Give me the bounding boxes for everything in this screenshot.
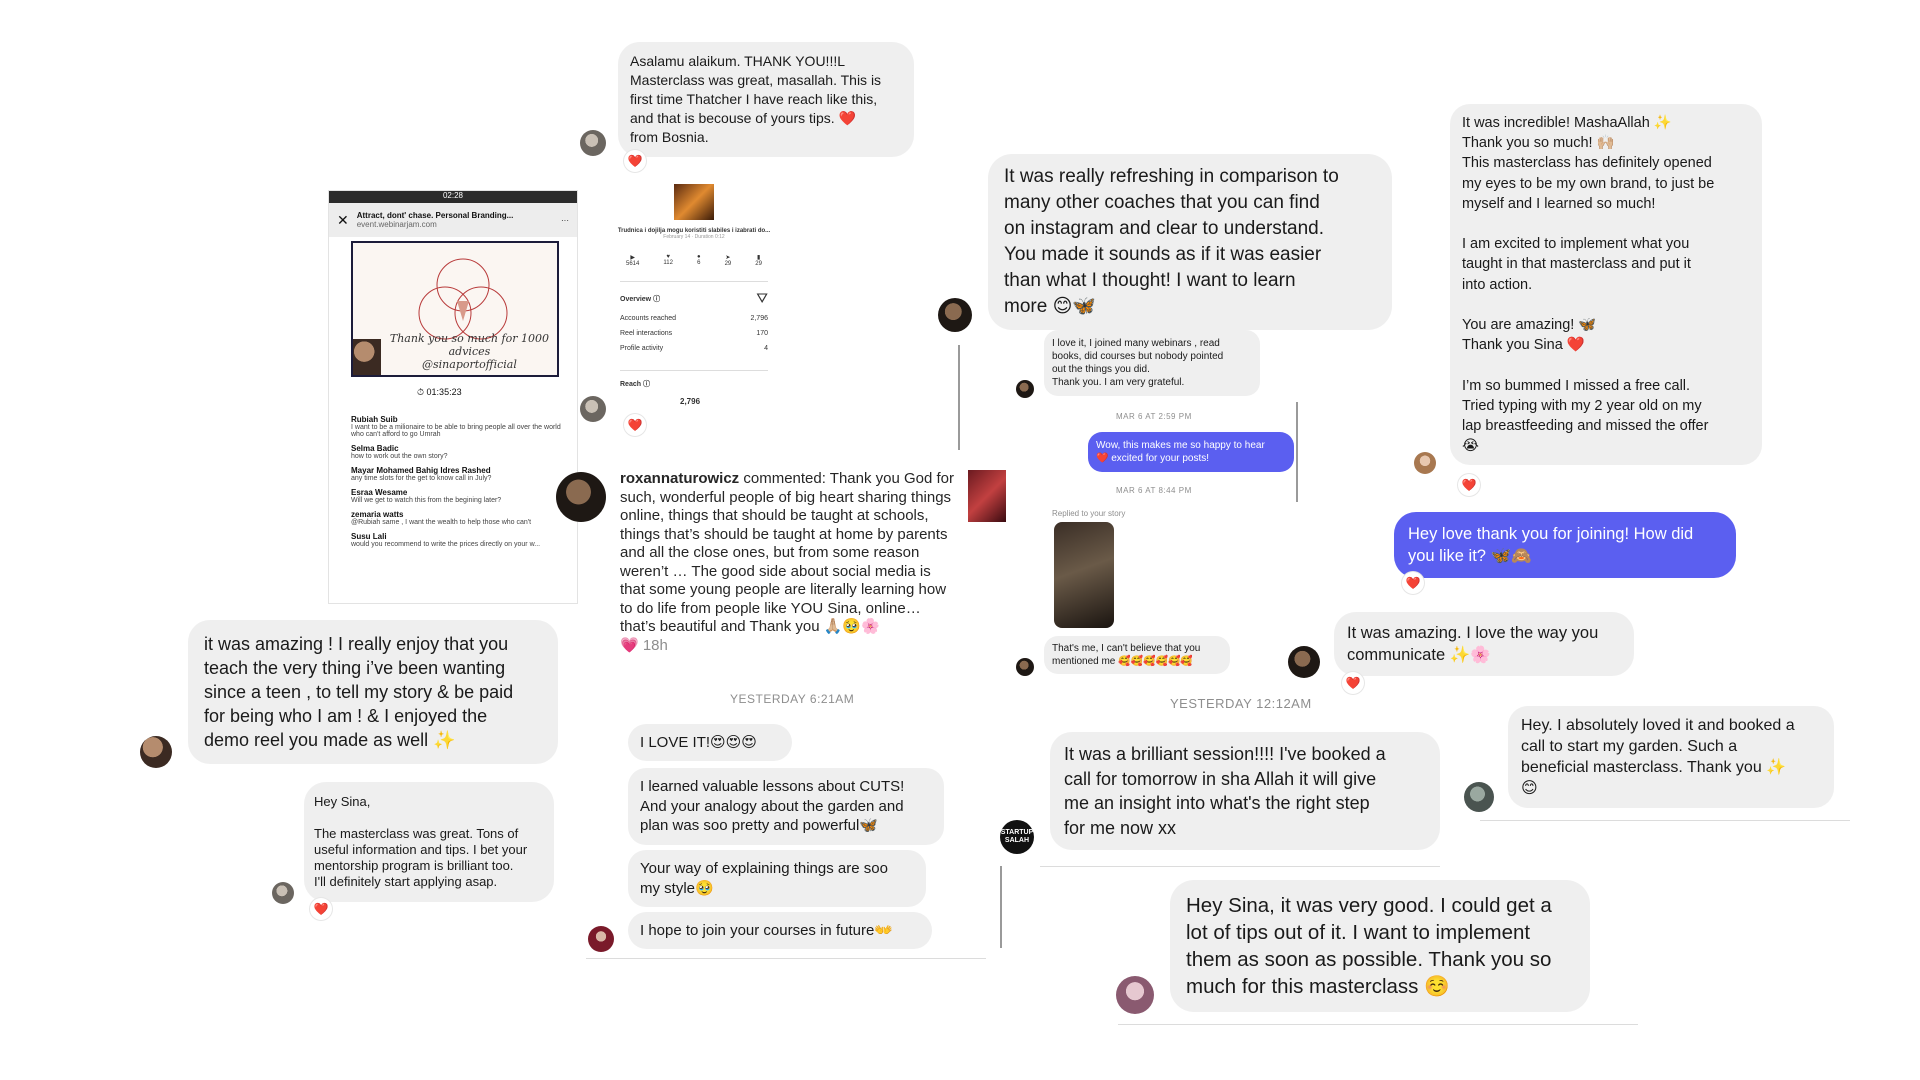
heart-reaction-icon: ❤️ bbox=[1342, 672, 1364, 694]
avatar bbox=[588, 926, 614, 952]
message-garden: Hey. I absolutely loved it and booked a … bbox=[1508, 706, 1834, 808]
filter-icon[interactable]: ⛛ bbox=[756, 290, 768, 307]
overview-header: Overview ⓘ ⛛ bbox=[620, 281, 768, 307]
insight-row: Reel interactions 170 bbox=[620, 330, 768, 337]
message-brilliant: It was a brilliant session!!!! I've book… bbox=[1050, 732, 1440, 850]
message-incredible: It was incredible! MashaAllah ✨ Thank yo… bbox=[1450, 104, 1762, 466]
comment-meta: 💗 18h bbox=[620, 636, 668, 654]
reach-section: Reach ⓘ 2,796 bbox=[620, 370, 768, 406]
avatar bbox=[1016, 658, 1034, 676]
more-icon[interactable]: ··· bbox=[561, 216, 569, 225]
timestamp: MAR 6 AT 8:44 PM bbox=[1116, 486, 1192, 495]
heart-reaction-icon: ❤️ bbox=[310, 898, 332, 920]
message-love-thanks: Hey love thank you for joining! How did … bbox=[1394, 512, 1736, 578]
play-icon: ▶ bbox=[630, 255, 635, 261]
avatar bbox=[1116, 976, 1154, 1014]
divider bbox=[1000, 866, 1002, 948]
presenter-thumbnail bbox=[353, 339, 381, 375]
message-hey-sina: Hey Sina, The masterclass was great. Ton… bbox=[304, 782, 554, 902]
heart-reaction-icon: ❤️ bbox=[624, 150, 646, 172]
heart-reaction-icon: ❤️ bbox=[1402, 572, 1424, 594]
share-icon: ➤ bbox=[725, 255, 731, 261]
avatar bbox=[1016, 380, 1034, 398]
timer: ⏱ 01:35:23 bbox=[417, 387, 462, 397]
message-very-good: Hey Sina, it was very good. I could get … bbox=[1170, 880, 1590, 1012]
comment-item: Mayar Mohamed Bahig Idres Rashed any tim… bbox=[351, 466, 492, 482]
comment-item: Susu Lali would you recommend to write t… bbox=[351, 532, 541, 548]
reel-stats: ▶ 5614 ♥ 112 ● 6 ➤ 29 ▮ 29 bbox=[614, 254, 774, 267]
message-love-it: I LOVE IT!😍😍😍 bbox=[628, 724, 792, 761]
divider bbox=[586, 958, 986, 959]
divider bbox=[958, 345, 960, 450]
webinar-slide: Thank you so much for 1000 advices @sina… bbox=[351, 241, 559, 377]
comment-item: zemaria watts @Rubiah same , I want the … bbox=[351, 510, 532, 526]
message-thats-me: That's me, I can't believe that you ment… bbox=[1044, 636, 1230, 674]
message-explaining: Your way of explaining things are soo my… bbox=[628, 850, 926, 907]
message-courses: I hope to join your courses in future👐 bbox=[628, 912, 932, 949]
divider bbox=[1480, 820, 1850, 821]
avatar bbox=[556, 472, 606, 522]
insight-row: Profile activity 4 bbox=[620, 345, 768, 352]
roxanna-comment: roxannaturowicz commented: Thank you God… bbox=[620, 470, 956, 655]
stat-item: ♥ 112 bbox=[663, 254, 673, 266]
story-thumbnail[interactable] bbox=[1054, 522, 1114, 628]
message-webinars: I love it, I joined many webinars , read… bbox=[1044, 330, 1260, 396]
avatar bbox=[938, 298, 972, 332]
insight-row: Accounts reached 2,796 bbox=[620, 315, 768, 322]
avatar bbox=[1414, 452, 1436, 474]
avatar bbox=[580, 130, 606, 156]
comment-username[interactable]: roxannaturowicz bbox=[620, 470, 739, 487]
divider bbox=[1040, 866, 1440, 867]
message-amazing-communicate: It was amazing. I love the way you commu… bbox=[1334, 612, 1634, 676]
avatar bbox=[272, 882, 294, 904]
page-title: Attract, dont' chase. Personal Branding.… bbox=[356, 211, 514, 220]
stat-item: ▶ 5614 bbox=[626, 255, 640, 267]
avatar bbox=[580, 396, 606, 422]
message-teen: it was amazing ! I really enjoy that you… bbox=[188, 620, 558, 764]
status-bar: 02:28 bbox=[329, 191, 577, 203]
comment-item: Selma Badic how to work out the own stor… bbox=[351, 444, 448, 460]
divider bbox=[1296, 402, 1298, 502]
reel-insights-screenshot: Trudnica i dojilja mogu koristiti slabil… bbox=[614, 180, 774, 425]
avatar bbox=[1464, 782, 1494, 812]
timestamp: MAR 6 AT 2:59 PM bbox=[1116, 412, 1192, 421]
timestamp: YESTERDAY 6:21AM bbox=[730, 692, 855, 706]
post-thumbnail[interactable] bbox=[968, 470, 1006, 522]
clock-icon: ⏱ bbox=[417, 387, 425, 397]
reel-date: February 14 · Duration 0:12 bbox=[663, 234, 725, 240]
message-refreshing: It was really refreshing in comparison t… bbox=[988, 154, 1392, 330]
stat-item: ▮ 29 bbox=[755, 255, 762, 267]
message-bosnia: Asalamu alaikum. THANK YOU!!!L Mastercla… bbox=[618, 42, 914, 157]
url-text: event.webinarjam.com bbox=[356, 220, 437, 229]
browser-bar: ✕ Attract, dont' chase. Personal Brandin… bbox=[329, 203, 577, 237]
message-cuts: I learned valuable lessons about CUTS! A… bbox=[628, 768, 944, 845]
slide-caption: Thank you so much for 1000 advices @sina… bbox=[389, 332, 549, 371]
message-happy: Wow, this makes me so happy to hear ❤️ e… bbox=[1088, 432, 1294, 472]
timestamp: YESTERDAY 12:12AM bbox=[1170, 696, 1312, 711]
avatar bbox=[140, 736, 172, 768]
comment-item: Rubiah Suib I want to be a milionaire to… bbox=[351, 415, 561, 438]
comment-item: Esraa Wesame Will we get to watch this f… bbox=[351, 488, 502, 504]
close-icon[interactable]: ✕ bbox=[337, 212, 349, 229]
heart-reaction-icon: ❤️ bbox=[624, 414, 646, 436]
save-icon: ▮ bbox=[756, 255, 761, 261]
stat-item: ➤ 29 bbox=[724, 255, 732, 267]
comment-text: commented: Thank you God for such, wonde… bbox=[620, 470, 955, 635]
avatar-startup-salah: STARTUP SALAH bbox=[1000, 820, 1034, 854]
avatar bbox=[1288, 646, 1320, 678]
chat-comments: Rubiah Suib I want to be a milionaire to… bbox=[351, 409, 561, 548]
heart-reaction-icon: ❤️ bbox=[1458, 474, 1480, 496]
replied-label: Replied to your story bbox=[1052, 509, 1126, 518]
reel-thumbnail bbox=[674, 184, 714, 220]
divider bbox=[1118, 1024, 1638, 1025]
stat-item: ● 6 bbox=[696, 254, 701, 266]
webinar-screenshot: 02:28 ✕ Attract, dont' chase. Personal B… bbox=[328, 190, 578, 604]
